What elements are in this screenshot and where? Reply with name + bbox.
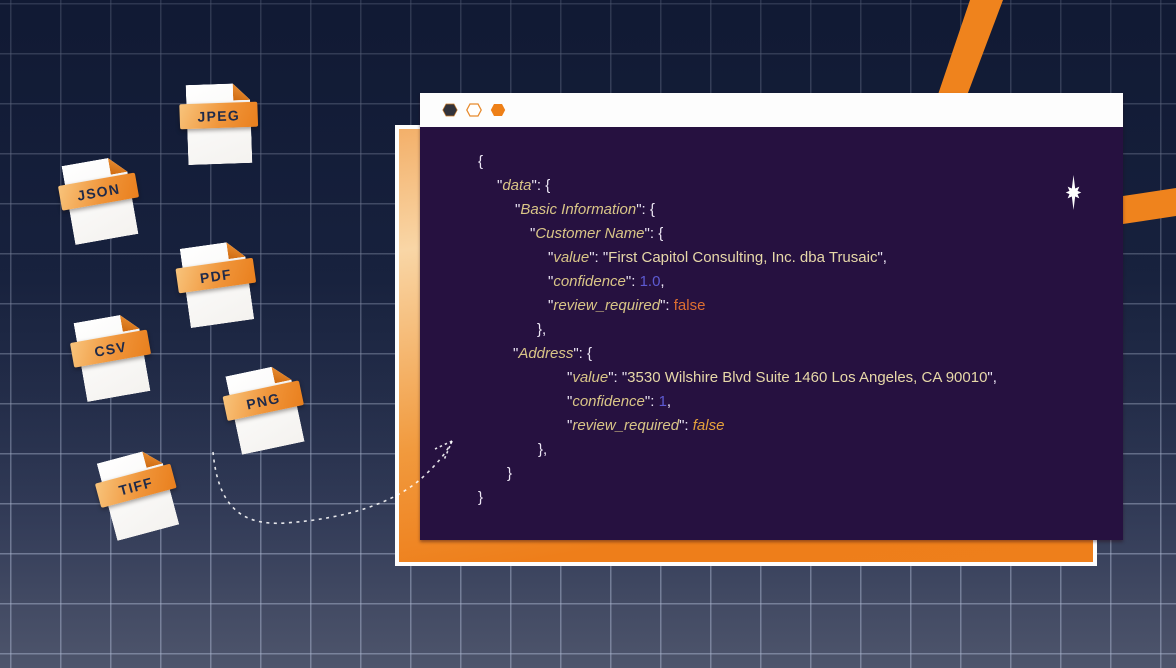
code-token: confidence	[553, 273, 626, 290]
code-token: ":	[626, 273, 640, 290]
orange-stripe-right-icon	[1123, 188, 1176, 224]
code-token: Basic Information	[520, 201, 636, 218]
code-token: }	[507, 465, 512, 482]
file-format-label: CSV	[93, 338, 128, 359]
file-icon-pdf: PDF	[180, 240, 255, 328]
code-token: ":	[679, 417, 693, 434]
folded-corner-icon	[271, 363, 291, 383]
sparkle-icon	[1064, 174, 1083, 211]
code-token: false	[693, 417, 725, 434]
code-token: 1.0	[640, 273, 661, 290]
code-token: First Capitol Consulting, Inc. dba Trusa…	[608, 249, 877, 266]
file-icon-json: JSON	[62, 155, 139, 245]
code-token: data	[502, 177, 531, 194]
code-token: review_required	[553, 297, 660, 314]
code-token: }	[478, 489, 483, 506]
code-line: },	[478, 438, 1123, 462]
code-editor-body: { "data": {"Basic Information": {"Custome…	[420, 127, 1123, 540]
code-token: ": {	[532, 177, 551, 194]
code-token: ": "	[589, 249, 608, 266]
code-line: "Customer Name": {	[478, 222, 1123, 246]
file-format-label: PNG	[245, 389, 282, 412]
code-token: value	[572, 369, 608, 386]
code-token: confidence	[572, 393, 645, 410]
file-format-label: JSON	[76, 180, 121, 203]
code-token: 1	[659, 393, 667, 410]
file-format-label: JPEG	[197, 107, 240, 124]
code-token: ,	[660, 273, 664, 290]
code-token: ":	[645, 393, 659, 410]
code-token: ,	[667, 393, 671, 410]
code-token: },	[538, 441, 547, 458]
code-token: ",	[987, 369, 997, 386]
code-token: ": "	[608, 369, 627, 386]
code-line: "Address": {	[478, 342, 1123, 366]
window-control-hexagon-orange-icon	[490, 103, 506, 117]
code-line: }	[478, 486, 1123, 510]
code-line: "data": {	[478, 174, 1123, 198]
code-line: "review_required": false	[478, 294, 1123, 318]
code-token: Customer Name	[535, 225, 644, 242]
code-token: ",	[877, 249, 887, 266]
code-token: 3530 Wilshire Blvd Suite 1460 Los Angele…	[627, 369, 987, 386]
code-line: "review_required": false	[478, 414, 1123, 438]
code-line: "Basic Information": {	[478, 198, 1123, 222]
code-token: Address	[518, 345, 573, 362]
code-line: "confidence": 1,	[478, 390, 1123, 414]
window-control-hexagon-dark-icon	[442, 103, 458, 117]
code-token: ": {	[573, 345, 592, 362]
code-line: }	[478, 462, 1123, 486]
window-titlebar	[420, 93, 1123, 127]
code-lines: { "data": {"Basic Information": {"Custome…	[420, 127, 1123, 510]
folded-corner-icon	[120, 312, 140, 332]
code-line: {	[478, 150, 1123, 174]
code-token: false	[674, 297, 706, 314]
file-icon-csv: CSV	[74, 312, 151, 402]
code-line: },	[478, 318, 1123, 342]
file-format-banner: JPEG	[179, 102, 258, 130]
code-token: review_required	[572, 417, 679, 434]
window-control-hexagon-outline-icon	[466, 103, 482, 117]
file-format-label: PDF	[199, 266, 233, 286]
code-line: "value": "First Capitol Consulting, Inc.…	[478, 246, 1123, 270]
code-window: { "data": {"Basic Information": {"Custome…	[420, 93, 1123, 540]
file-format-label: TIFF	[117, 474, 155, 498]
code-token: ":	[660, 297, 674, 314]
folded-corner-icon	[226, 240, 245, 259]
code-token: ": {	[636, 201, 655, 218]
code-token: },	[537, 321, 546, 338]
code-token: {	[478, 153, 483, 170]
code-line: "confidence": 1.0,	[478, 270, 1123, 294]
file-icon-jpeg: JPEG	[186, 83, 253, 165]
code-line: "value": "3530 Wilshire Blvd Suite 1460 …	[478, 366, 1123, 390]
folded-corner-icon	[108, 155, 128, 175]
folded-corner-icon	[233, 83, 251, 101]
code-token: ": {	[645, 225, 664, 242]
code-token: value	[553, 249, 589, 266]
illustration-canvas: JPEG JSON PDF CSV PNG TIFF	[0, 0, 1176, 668]
